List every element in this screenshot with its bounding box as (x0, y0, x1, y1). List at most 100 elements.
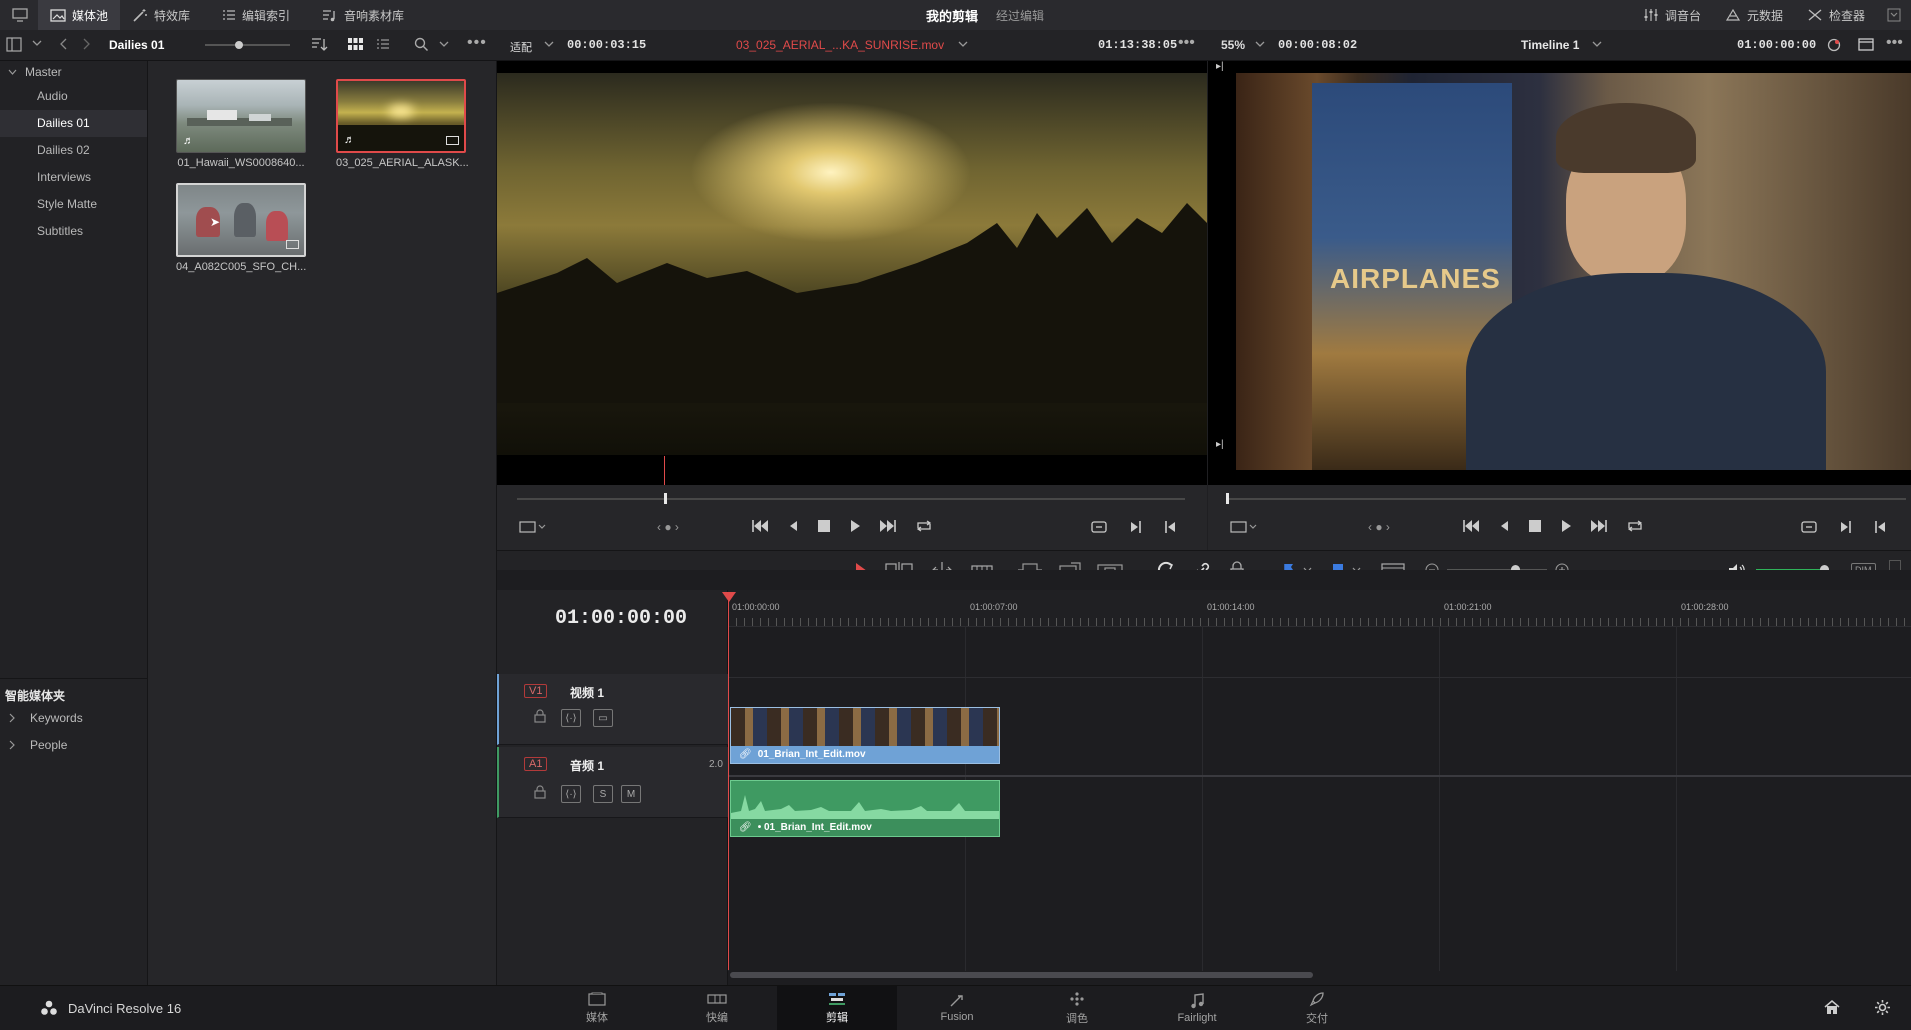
more-options-icon[interactable]: ••• (467, 34, 487, 52)
bin-item[interactable]: Style Matte (0, 191, 147, 218)
thumbnail-view-icon[interactable] (348, 38, 363, 51)
chevron-down-icon[interactable] (32, 39, 42, 47)
page-color[interactable]: 调色 (1017, 986, 1137, 1030)
track-header-a1[interactable]: A1 音频 1 2.0 ⟨·⟩ S M (497, 747, 729, 818)
tab-mixer[interactable]: 调音台 (1631, 0, 1713, 30)
jog-control[interactable]: ‹ ● › (657, 520, 679, 534)
page-edit[interactable]: 剪辑 (777, 986, 897, 1030)
timeline-ruler[interactable]: 01:00:00:00 01:00:07:00 01:00:14:00 01:0… (728, 590, 1911, 627)
bin-item[interactable]: Audio (0, 83, 147, 110)
page-fusion[interactable]: Fusion (897, 986, 1017, 1030)
chevron-down-icon[interactable] (544, 40, 554, 48)
lock-icon[interactable] (534, 785, 546, 799)
loop-icon[interactable] (1626, 519, 1644, 533)
clip-thumbnail[interactable]: ➤ 04_A082C005_SFO_CH... (176, 183, 306, 273)
reverse-play-icon[interactable] (1498, 519, 1510, 533)
chevron-right-icon[interactable] (9, 713, 16, 723)
bin-item[interactable]: Interviews (0, 164, 147, 191)
chevron-down-icon[interactable] (439, 40, 449, 48)
playhead-line[interactable] (728, 600, 729, 970)
home-icon[interactable] (1824, 1000, 1840, 1015)
tab-effects-library[interactable]: 特效库 (120, 0, 202, 30)
match-frame-icon[interactable] (1800, 520, 1818, 534)
match-frame-icon[interactable] (1090, 520, 1108, 534)
tab-sound-library[interactable]: 音响素材库 (310, 0, 416, 30)
playhead-handle[interactable] (722, 592, 736, 602)
loop-icon[interactable] (915, 519, 933, 533)
reverse-play-icon[interactable] (787, 519, 799, 533)
expand-icon[interactable] (1877, 0, 1911, 30)
gear-icon[interactable] (1874, 999, 1891, 1016)
chevron-down-icon[interactable] (1255, 40, 1265, 48)
solo-button[interactable]: S (593, 785, 613, 803)
sort-icon[interactable] (310, 37, 328, 52)
viewer-mode-icon[interactable] (519, 520, 547, 534)
sync-icon[interactable] (1826, 37, 1842, 53)
panel-toggle-icon[interactable] (6, 37, 22, 52)
clip-preview[interactable]: ➤ (176, 183, 306, 257)
track-name[interactable]: 音频 1 (570, 757, 604, 774)
jog-control[interactable]: ‹ ● › (1368, 520, 1390, 534)
track-visibility-icon[interactable]: ▭ (593, 709, 613, 727)
page-deliver[interactable]: 交付 (1257, 986, 1377, 1030)
track-id-tag[interactable]: A1 (524, 757, 548, 771)
search-icon[interactable] (414, 37, 429, 52)
timeline-name[interactable]: Timeline 1 (1521, 38, 1579, 52)
skip-to-start-icon[interactable] (1462, 519, 1480, 533)
list-view-icon[interactable] (376, 38, 390, 51)
page-media[interactable]: 媒体 (537, 986, 657, 1030)
skip-to-end-icon[interactable] (879, 519, 897, 533)
back-arrow-icon[interactable] (60, 38, 68, 50)
tab-inspector[interactable]: 检查器 (1795, 0, 1877, 30)
bin-master[interactable]: Master (0, 61, 147, 83)
audio-clip[interactable]: 🔗︎ • 01_Brian_Int_Edit.mov (730, 780, 1000, 837)
mark-out-icon[interactable] (1164, 520, 1176, 534)
workspace-icon[interactable] (0, 0, 38, 30)
source-clip-name[interactable]: 03_025_AERIAL_...KA_SUNRISE.mov (736, 38, 944, 52)
mark-out-icon[interactable] (1874, 520, 1886, 534)
clip-preview[interactable]: ♬ (336, 79, 466, 153)
timeline-scrub-handle[interactable] (1226, 493, 1229, 504)
mute-button[interactable]: M (621, 785, 641, 803)
clip-preview[interactable]: ♬ (176, 79, 306, 153)
tab-media-pool[interactable]: 媒体池 (38, 0, 121, 30)
viewer-mode-icon[interactable] (1230, 520, 1258, 534)
source-scrub-handle[interactable] (664, 493, 667, 504)
track-header-v1[interactable]: V1 视频 1 ⟨·⟩ ▭ (497, 674, 729, 745)
more-options-icon[interactable]: ••• (1886, 34, 1903, 52)
smart-bin-people[interactable]: People (9, 738, 67, 752)
skip-to-end-icon[interactable] (1590, 519, 1608, 533)
track-id-tag[interactable]: V1 (524, 684, 548, 698)
more-options-icon[interactable]: ••• (1178, 34, 1195, 52)
thumbnail-size-slider[interactable] (205, 41, 290, 49)
smart-bin-keywords[interactable]: Keywords (9, 711, 83, 725)
timeline-scrollbar[interactable] (730, 972, 1313, 978)
stop-icon[interactable] (817, 519, 831, 533)
tab-metadata[interactable]: 元数据 (1713, 0, 1795, 30)
forward-arrow-icon[interactable] (82, 38, 90, 50)
bin-item[interactable]: Dailies 01 (0, 110, 147, 137)
viewer-mode-icon[interactable] (1858, 38, 1874, 51)
auto-select-icon[interactable]: ⟨·⟩ (561, 709, 581, 727)
track-name[interactable]: 视频 1 (570, 684, 604, 701)
mark-in-icon[interactable] (1840, 520, 1852, 534)
play-icon[interactable] (849, 519, 861, 533)
stop-icon[interactable] (1528, 519, 1542, 533)
source-viewer[interactable] (497, 61, 1207, 485)
zoom-level[interactable]: 55% (1221, 38, 1245, 52)
chevron-down-icon[interactable] (958, 40, 968, 48)
timeline-scrubber[interactable] (1226, 498, 1906, 500)
video-clip[interactable]: 🔗︎ 01_Brian_Int_Edit.mov (730, 707, 1000, 764)
mark-in-icon[interactable] (1130, 520, 1142, 534)
clip-thumbnail[interactable]: ♬ 01_Hawaii_WS0008640... (176, 79, 306, 169)
timeline-viewer[interactable]: AIRPLANES ▸| ▸| (1208, 61, 1911, 485)
chevron-down-icon[interactable] (1592, 40, 1602, 48)
page-fairlight[interactable]: Fairlight (1137, 986, 1257, 1030)
play-icon[interactable] (1560, 519, 1572, 533)
clip-thumbnail[interactable]: ♬ 03_025_AERIAL_ALASK... (336, 79, 469, 169)
tab-edit-index[interactable]: 编辑索引 (210, 0, 302, 30)
bin-item[interactable]: Subtitles (0, 218, 147, 245)
chevron-down-icon[interactable] (8, 69, 17, 76)
chevron-right-icon[interactable] (9, 740, 16, 750)
lock-icon[interactable] (534, 709, 546, 723)
